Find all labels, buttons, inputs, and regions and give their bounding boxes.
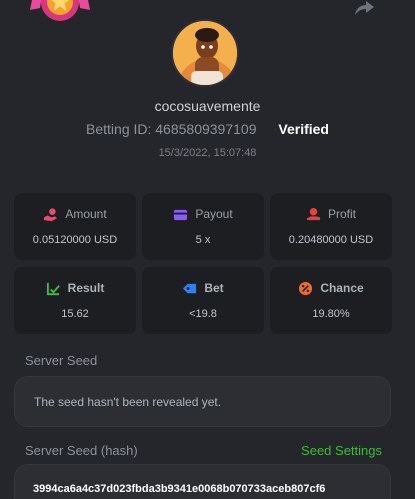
stat-label: Amount: [65, 207, 107, 221]
money-hand-icon: [44, 207, 58, 221]
stat-label: Chance: [320, 281, 364, 295]
username: cocosuavemente: [154, 98, 261, 114]
stat-card-payout: Payout 5 x: [142, 193, 264, 260]
medal-badge-icon: [30, 0, 90, 21]
betting-id: Betting ID: 4685809397109: [86, 121, 257, 137]
verified-badge: Verified: [278, 121, 329, 137]
coins-hand-icon: [306, 207, 321, 220]
avatar: [171, 19, 239, 87]
share-icon[interactable]: [353, 0, 375, 16]
stat-card-bet: Bet <19.8: [142, 267, 264, 334]
stat-card-amount: Amount 0.05120000 USD: [14, 193, 136, 260]
stat-value: 5 x: [195, 234, 211, 246]
stat-card-result: Result 15.62: [14, 267, 136, 334]
stat-card-profit: Profit 0.20480000 USD: [270, 193, 392, 260]
stat-value: 0.05120000 USD: [32, 234, 118, 246]
betting-id-row: Betting ID: 4685809397109 Verified: [0, 121, 415, 137]
stat-label: Result: [67, 281, 105, 295]
wallet-icon: [174, 209, 188, 220]
server-seed-hash-label: Server Seed (hash): [25, 443, 138, 458]
chart-check-icon: [46, 282, 60, 295]
seed-settings-link[interactable]: Seed Settings: [301, 443, 382, 458]
server-seed-hash-box[interactable]: 3994ca6a4c37d023fbda3b9341e0068b070733ac…: [14, 464, 391, 499]
server-seed-hash-value[interactable]: 3994ca6a4c37d023fbda3b9341e0068b070733ac…: [15, 465, 390, 495]
stat-value: 15.62: [61, 308, 89, 320]
server-seed-box: The seed hasn't been revealed yet.: [14, 376, 391, 427]
tag-icon: [183, 283, 197, 293]
stat-card-chance: Chance 19.80%: [270, 267, 392, 334]
stat-label: Bet: [204, 281, 224, 295]
stat-value: 0.20480000 USD: [288, 234, 374, 246]
stat-value: 19.80%: [312, 308, 350, 320]
avatar-illustration: [173, 21, 237, 85]
stat-value: <19.8: [189, 308, 217, 320]
stat-label: Payout: [195, 207, 233, 221]
server-seed-label: Server Seed: [25, 353, 98, 368]
stat-label: Profit: [327, 207, 356, 221]
bet-timestamp: 15/3/2022, 15:07:48: [158, 147, 257, 159]
server-seed-message: The seed hasn't been revealed yet.: [34, 394, 222, 409]
percent-icon: [299, 281, 313, 295]
